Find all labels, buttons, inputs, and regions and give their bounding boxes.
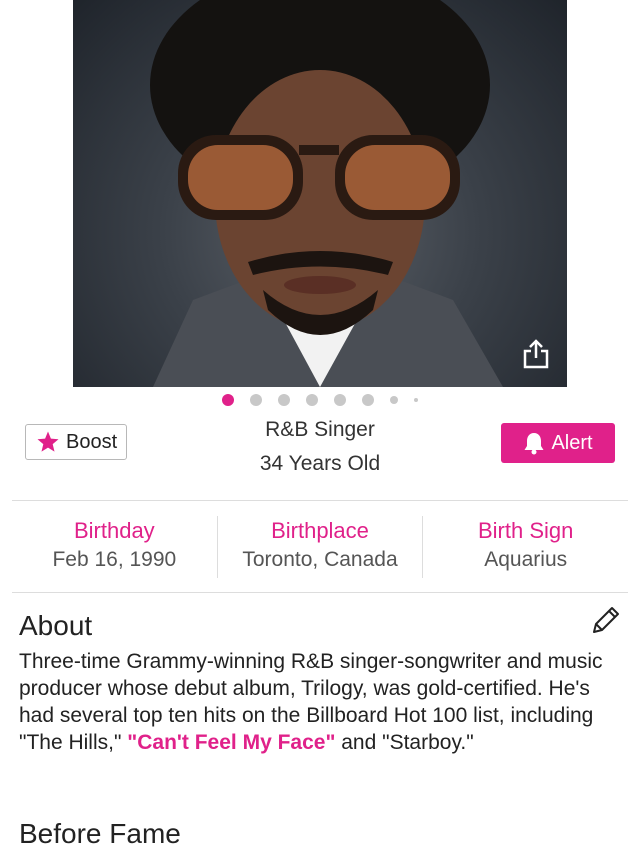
bell-icon bbox=[524, 433, 544, 455]
profile-photo[interactable] bbox=[73, 0, 567, 387]
birthday-value: Feb 16, 1990 bbox=[52, 548, 177, 571]
about-body-end: and "Starboy." bbox=[335, 731, 474, 754]
fact-birth-sign: Birth Sign Aquarius bbox=[422, 516, 628, 578]
share-button[interactable] bbox=[517, 335, 555, 373]
carousel-dot[interactable] bbox=[414, 398, 418, 402]
birth-sign-value: Aquarius bbox=[484, 548, 568, 571]
birthplace-value: Toronto, Canada bbox=[242, 548, 398, 571]
about-title: About bbox=[19, 610, 93, 641]
divider bbox=[12, 592, 628, 593]
portrait-illustration bbox=[150, 0, 503, 387]
carousel-dots bbox=[0, 392, 640, 408]
divider bbox=[12, 500, 628, 501]
carousel-dot[interactable] bbox=[362, 394, 374, 406]
birthday-label[interactable]: Birthday bbox=[12, 518, 217, 544]
carousel-dot[interactable] bbox=[306, 394, 318, 406]
carousel-dot[interactable] bbox=[250, 394, 262, 406]
carousel-dot[interactable] bbox=[222, 394, 234, 406]
photo-background bbox=[73, 0, 567, 387]
carousel-dot[interactable] bbox=[390, 396, 398, 404]
birth-sign-label[interactable]: Birth Sign bbox=[423, 518, 628, 544]
alert-button[interactable]: Alert bbox=[501, 423, 615, 463]
facts-row: Birthday Feb 16, 1990 Birthplace Toronto… bbox=[12, 516, 628, 578]
fact-birthplace: Birthplace Toronto, Canada bbox=[216, 516, 423, 578]
carousel-dot[interactable] bbox=[334, 394, 346, 406]
alert-label: Alert bbox=[551, 431, 593, 454]
before-fame-title: Before Fame bbox=[19, 818, 181, 849]
birthplace-label[interactable]: Birthplace bbox=[218, 518, 423, 544]
pencil-icon bbox=[593, 607, 619, 633]
about-text: Three-time Grammy-winning R&B singer-son… bbox=[19, 648, 624, 756]
carousel-dot[interactable] bbox=[278, 394, 290, 406]
song-link[interactable]: "Can't Feel My Face" bbox=[127, 731, 335, 754]
share-icon bbox=[523, 339, 549, 369]
edit-button[interactable] bbox=[590, 604, 622, 636]
fact-birthday: Birthday Feb 16, 1990 bbox=[12, 516, 217, 578]
